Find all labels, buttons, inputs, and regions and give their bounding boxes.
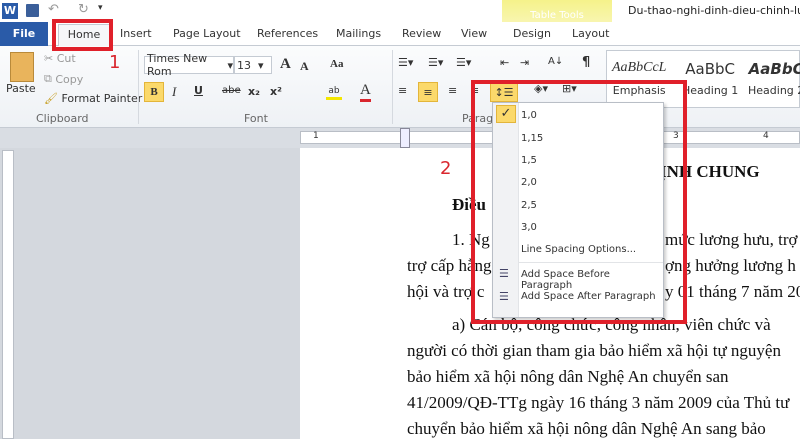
superscript-button[interactable]: x² — [270, 85, 282, 98]
title-bar: W ↶ ↻ ▾ Du-thao-nghi-dinh-dieu-chinh-luc — [0, 0, 800, 22]
redo-icon[interactable]: ↻ — [78, 2, 89, 17]
doc-line: chuyển bảo hiểm xã hội nông dân Nghệ An … — [407, 419, 766, 438]
numbering-icon[interactable]: ☰▾ — [428, 56, 443, 69]
copy-button[interactable]: ⧉ Copy — [44, 72, 83, 86]
sort-button[interactable]: A↓ — [548, 56, 563, 67]
undo-icon[interactable]: ↶ — [48, 2, 59, 17]
align-center-icon[interactable]: ≡ — [418, 82, 438, 102]
step-1-label: 1 — [109, 52, 121, 73]
style-heading-2[interactable]: AaBbC Heading 2 — [748, 60, 800, 97]
brush-icon: 🖌 — [44, 92, 62, 105]
increase-indent-icon[interactable]: ⇥ — [520, 56, 529, 69]
save-icon[interactable] — [26, 4, 39, 17]
change-case-button[interactable]: Aa — [330, 58, 343, 70]
font-size-select[interactable]: 13 ▾ — [234, 56, 272, 74]
subscript-button[interactable]: x₂ — [248, 85, 260, 98]
tab-file[interactable]: File — [0, 22, 48, 46]
tab-references[interactable]: References — [257, 27, 318, 40]
indent-marker[interactable] — [400, 128, 410, 148]
align-left-icon[interactable]: ≡ — [398, 84, 407, 97]
divider — [392, 50, 393, 124]
paste-button[interactable]: Paste — [6, 82, 36, 95]
paste-icon — [10, 52, 34, 82]
tab-view[interactable]: View — [461, 27, 487, 40]
customize-toolbar-icon[interactable]: ▾ — [98, 3, 103, 13]
font-name-select[interactable]: Times New Rom ▾ — [144, 52, 234, 78]
format-painter-button[interactable]: 🖌 Format Painter — [44, 92, 142, 105]
tab-page-layout[interactable]: Page Layout — [173, 27, 241, 40]
bold-button[interactable]: B — [144, 82, 164, 102]
style-heading-1[interactable]: AaBbC Heading 1 — [682, 60, 738, 97]
highlight-box-home — [52, 19, 113, 51]
cut-button[interactable]: ✂ Cut — [44, 52, 76, 65]
tab-insert[interactable]: Insert — [120, 27, 152, 40]
shrink-font-button[interactable]: A — [300, 59, 309, 74]
italic-button[interactable]: I — [172, 84, 176, 100]
clipboard-group-label: Clipboard — [36, 112, 89, 125]
tab-review[interactable]: Review — [402, 27, 441, 40]
ruler-mark: 1 — [313, 131, 319, 141]
ruler-mark: 4 — [763, 131, 769, 141]
ribbon-tabs: Insert Page Layout References Mailings R… — [0, 22, 800, 46]
copy-icon: ⧉ — [44, 72, 56, 85]
grow-font-button[interactable]: A — [280, 56, 291, 73]
tab-mailings[interactable]: Mailings — [336, 27, 381, 40]
multilevel-list-icon[interactable]: ☰▾ — [456, 56, 471, 69]
doc-line: người có thời gian tham gia bảo hiểm xã … — [407, 341, 781, 360]
document-title: Du-thao-nghi-dinh-dieu-chinh-luc — [628, 4, 800, 17]
workspace-background — [0, 148, 300, 439]
strikethrough-button[interactable]: abe — [222, 85, 241, 96]
align-right-icon[interactable]: ≡ — [448, 84, 457, 97]
font-group-label: Font — [244, 112, 268, 125]
underline-button[interactable]: U — [194, 84, 203, 97]
decrease-indent-icon[interactable]: ⇤ — [500, 56, 509, 69]
font-color-button[interactable]: A — [360, 82, 371, 102]
scissors-icon: ✂ — [44, 52, 57, 65]
show-formatting-button[interactable]: ¶ — [582, 55, 590, 70]
bullets-icon[interactable]: ☰▾ — [398, 56, 413, 69]
vertical-ruler — [2, 150, 14, 439]
tab-layout[interactable]: Layout — [572, 27, 609, 40]
tab-design[interactable]: Design — [513, 27, 551, 40]
step-2-label: 2 — [440, 158, 452, 179]
highlight-box-line-spacing — [471, 80, 687, 324]
doc-line: 41/2009/QĐ-TTg ngày 16 tháng 3 năm 2009 … — [407, 393, 790, 412]
word-icon: W — [2, 3, 18, 19]
divider — [138, 50, 139, 124]
doc-line: bảo hiểm xã hội nông dân Nghệ An chuyển … — [407, 367, 729, 386]
highlight-color-icon[interactable]: ab — [326, 84, 342, 100]
